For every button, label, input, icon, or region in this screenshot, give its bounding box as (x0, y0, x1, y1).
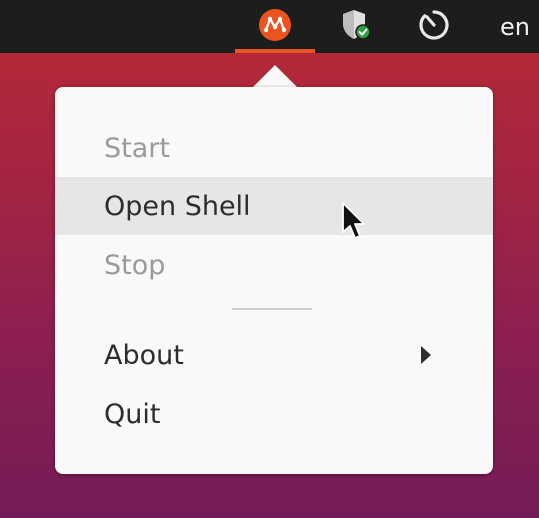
mouse-pointer-icon (341, 202, 367, 242)
menu-item-label: Start (104, 132, 170, 164)
submenu-arrow-icon (421, 346, 431, 364)
menu-item-about[interactable]: About (55, 326, 493, 384)
menu-item-label: Stop (104, 249, 166, 281)
multipass-indicator[interactable] (235, 0, 315, 53)
indicator-menu: Start Open Shell Stop About Quit (55, 87, 493, 474)
power-timer-indicator[interactable] (408, 0, 460, 53)
power-timer-icon (417, 8, 451, 46)
security-indicator[interactable] (330, 0, 382, 53)
menu-item-start[interactable]: Start (55, 119, 493, 177)
menu-item-quit[interactable]: Quit (55, 385, 493, 443)
menu-item-stop[interactable]: Stop (55, 236, 493, 294)
shield-check-icon (340, 8, 372, 46)
language-indicator[interactable]: en (488, 0, 539, 53)
menu-separator (232, 308, 312, 310)
menu-item-label: About (104, 339, 184, 371)
menu-item-open-shell[interactable]: Open Shell (55, 177, 493, 235)
multipass-icon (258, 8, 292, 46)
top-panel: en (0, 0, 539, 53)
menu-item-label: Quit (104, 398, 161, 430)
menu-pointer (252, 65, 298, 88)
language-label: en (500, 12, 530, 41)
menu-item-label: Open Shell (104, 190, 251, 222)
